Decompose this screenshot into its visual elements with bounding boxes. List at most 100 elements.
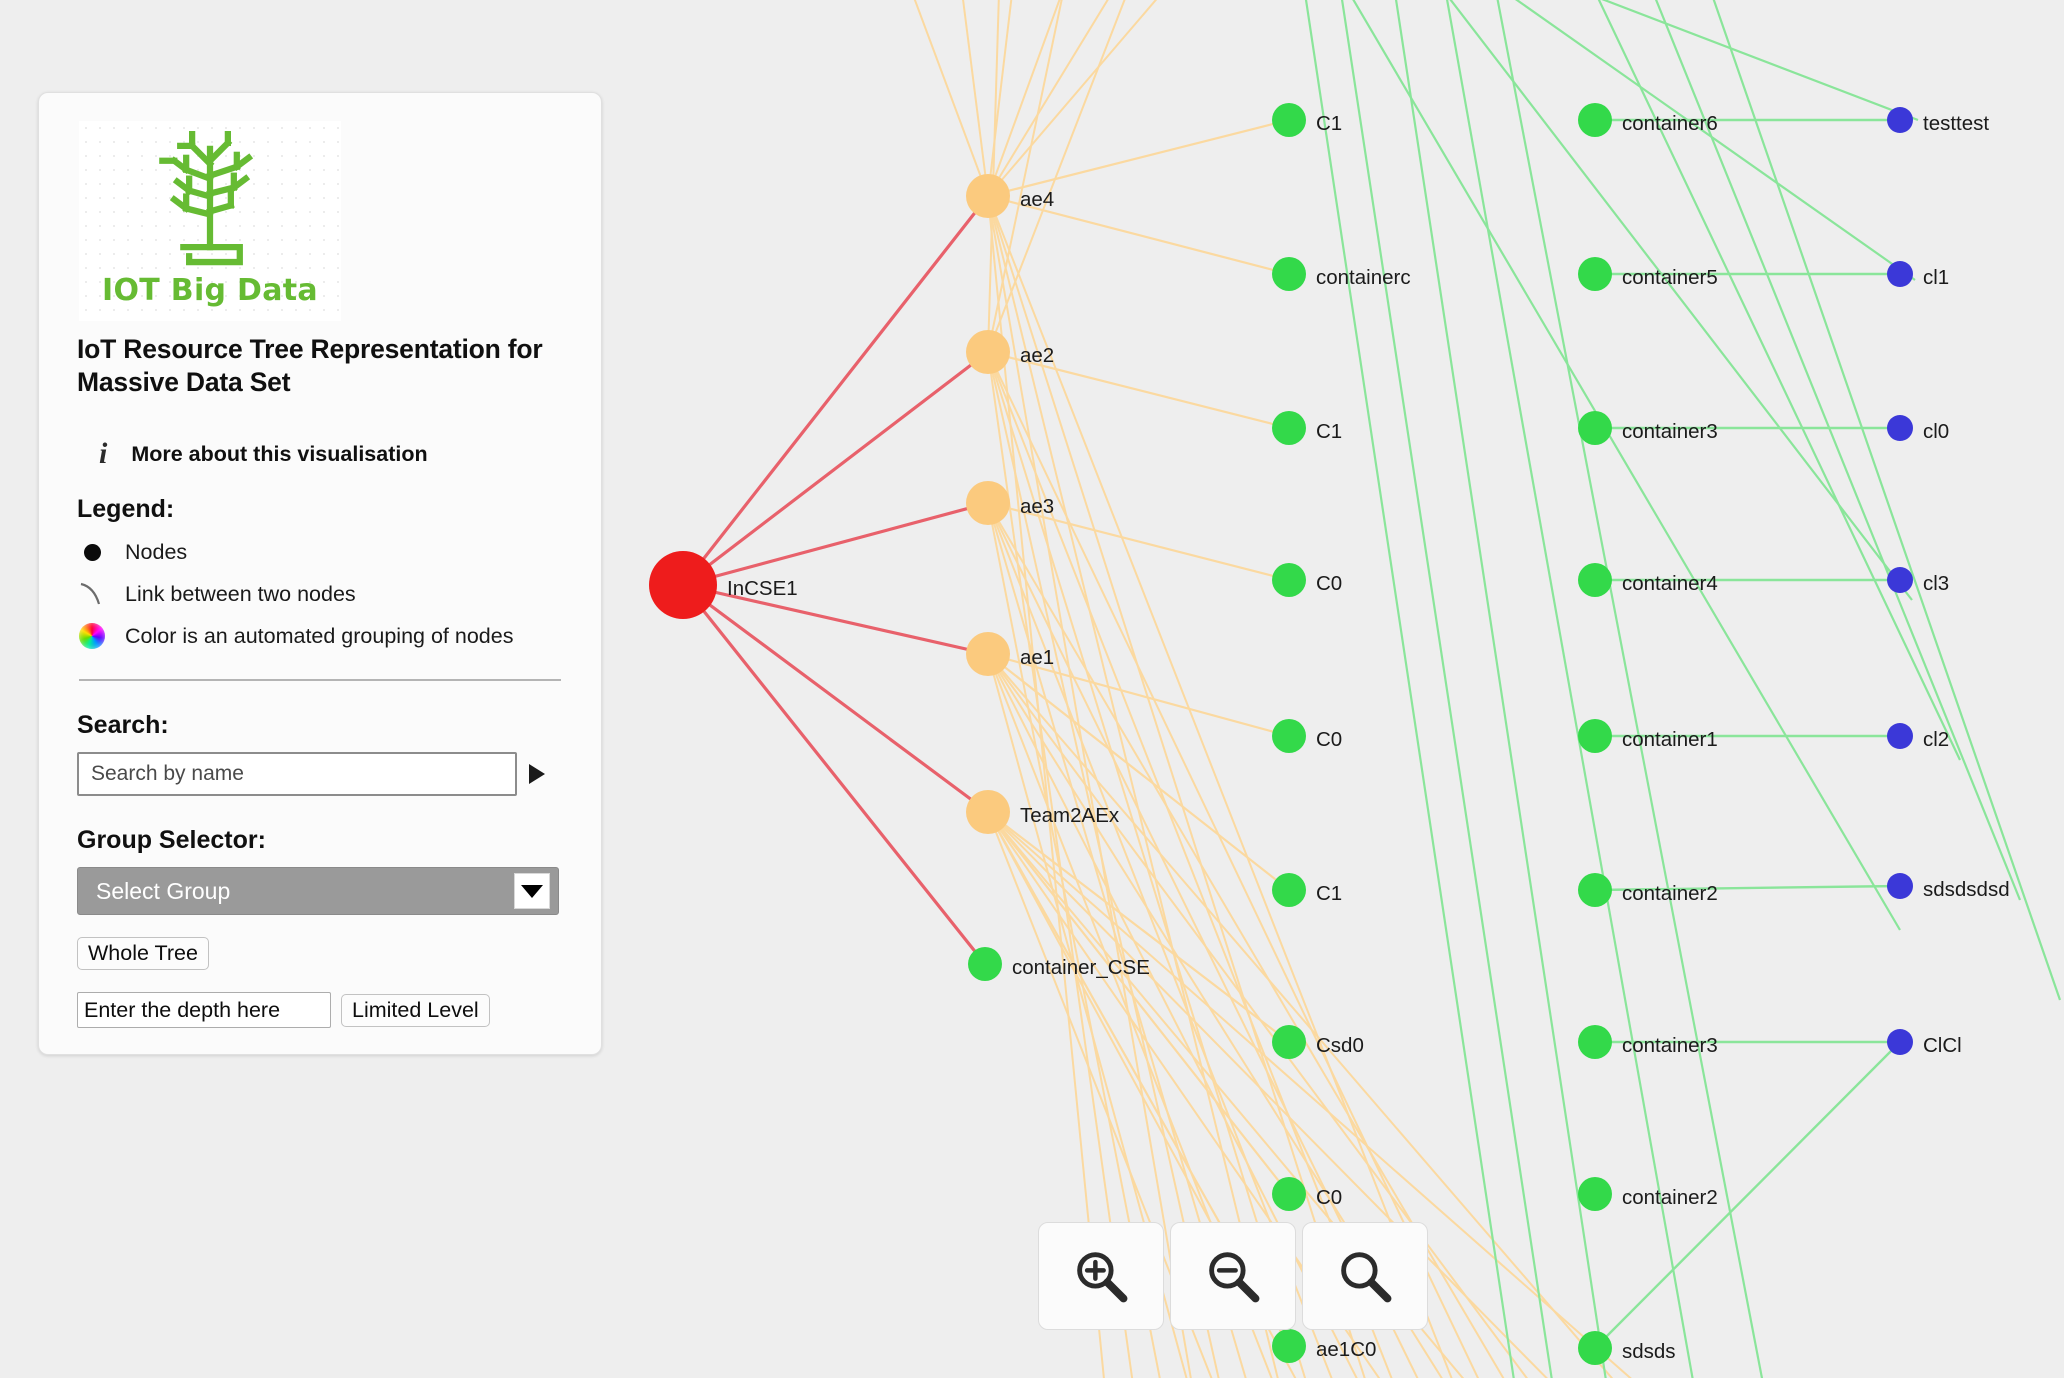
graph-node[interactable]	[966, 481, 1010, 525]
graph-node[interactable]	[966, 330, 1010, 374]
page-title: IoT Resource Tree Representation for Mas…	[77, 333, 563, 399]
graph-node[interactable]	[1578, 1177, 1612, 1211]
zoom-in-button[interactable]	[1038, 1222, 1164, 1330]
container-long-edge	[1460, 0, 1915, 280]
graph-node-label: sdsds	[1622, 1340, 1676, 1364]
whole-tree-row: Whole Tree	[77, 937, 563, 970]
graph-node-label: container1	[1622, 728, 1718, 752]
graph-node-label: container3	[1622, 1034, 1718, 1058]
graph-node[interactable]	[1272, 1177, 1306, 1211]
graph-node[interactable]	[1272, 1025, 1306, 1059]
graph-node-label: cl0	[1923, 420, 1949, 444]
legend-label-nodes: Nodes	[125, 540, 187, 565]
zoom-reset-button[interactable]	[1302, 1222, 1428, 1330]
divider	[79, 679, 561, 681]
graph-node[interactable]	[649, 551, 717, 619]
logo: IOT Big Data	[79, 121, 341, 321]
search-input[interactable]	[77, 752, 517, 796]
container-long-edge	[1700, 0, 2060, 1000]
graph-node[interactable]	[1272, 257, 1306, 291]
info-panel: IOT Big Data IoT Resource Tree Represent…	[38, 92, 602, 1055]
graph-node-label: testtest	[1923, 112, 1989, 136]
group-selector-dropdown[interactable]: Select Group	[77, 867, 559, 915]
ae-fan-edge-top	[958, 0, 988, 196]
graph-node[interactable]	[1887, 873, 1913, 899]
play-triangle-icon[interactable]	[529, 764, 545, 784]
graph-node[interactable]	[1272, 719, 1306, 753]
graph-node-label: cl1	[1923, 266, 1949, 290]
info-italic-i-icon: i	[99, 439, 107, 469]
ae-fan-edge	[988, 196, 1198, 1378]
graph-node-label: ae1	[1020, 646, 1054, 670]
graph-node[interactable]	[1887, 567, 1913, 593]
black-dot-icon	[77, 544, 107, 561]
depth-row: Limited Level	[77, 992, 563, 1028]
graph-node-label: container3	[1622, 420, 1718, 444]
legend-item-nodes: Nodes	[77, 540, 563, 565]
graph-node-label: container6	[1622, 112, 1718, 136]
search-row	[77, 752, 563, 796]
graph-node-label: container2	[1622, 1186, 1718, 1210]
graph-node-label: container5	[1622, 266, 1718, 290]
depth-input[interactable]	[77, 992, 331, 1028]
graph-node[interactable]	[966, 632, 1010, 676]
ae-fan-edge-top	[988, 0, 1016, 196]
more-about-label: More about this visualisation	[131, 442, 427, 467]
zoom-controls	[1038, 1222, 1428, 1330]
graph-node[interactable]	[1578, 411, 1612, 445]
graph-node[interactable]	[966, 174, 1010, 218]
legend-label-color: Color is an automated grouping of nodes	[125, 624, 513, 649]
graph-node[interactable]	[1272, 411, 1306, 445]
graph-node[interactable]	[1578, 563, 1612, 597]
graph-node[interactable]	[1887, 723, 1913, 749]
container-long-edge	[1390, 0, 1612, 1378]
graph-node[interactable]	[1887, 261, 1913, 287]
search-heading: Search:	[77, 711, 563, 740]
zoom-out-button[interactable]	[1170, 1222, 1296, 1330]
container-long-edge	[1490, 0, 1770, 1378]
graph-node[interactable]	[1272, 563, 1306, 597]
graph-node-label: cl2	[1923, 728, 1949, 752]
group-selector-value: Select Group	[96, 878, 230, 905]
graph-node-label: C1	[1316, 882, 1342, 906]
graph-node[interactable]	[1578, 103, 1612, 137]
container-long-edge	[1330, 0, 1900, 930]
graph-node-label: InCSE1	[727, 577, 798, 601]
magnifier-plus-icon	[1071, 1246, 1131, 1306]
legend-item-link: Link between two nodes	[77, 581, 563, 607]
graph-node-label: Csd0	[1316, 1034, 1364, 1058]
graph-node-label: C1	[1316, 112, 1342, 136]
container-long-edge	[1440, 0, 1700, 1378]
graph-node-label: containerc	[1316, 266, 1411, 290]
graph-node-label: ae3	[1020, 495, 1054, 519]
graph-node[interactable]	[1272, 103, 1306, 137]
legend-label-link: Link between two nodes	[125, 582, 356, 607]
more-about-link[interactable]: i More about this visualisation	[99, 439, 563, 469]
graph-node[interactable]	[966, 790, 1010, 834]
graph-node-label: C0	[1316, 572, 1342, 596]
graph-node[interactable]	[1887, 1029, 1913, 1055]
root-edge	[683, 503, 988, 585]
container-long-edge	[1336, 0, 1558, 1378]
root-edge	[683, 352, 988, 585]
graph-node-label: C0	[1316, 1186, 1342, 1210]
graph-node[interactable]	[1578, 1331, 1612, 1365]
graph-node-label: C0	[1316, 728, 1342, 752]
tree-icon	[135, 131, 285, 271]
graph-node-label: container2	[1622, 882, 1718, 906]
graph-node-label: container4	[1622, 572, 1718, 596]
whole-tree-button[interactable]: Whole Tree	[77, 937, 209, 970]
graph-node[interactable]	[1272, 873, 1306, 907]
graph-node[interactable]	[1887, 107, 1913, 133]
graph-node[interactable]	[1578, 719, 1612, 753]
graph-node[interactable]	[968, 947, 1002, 981]
graph-node[interactable]	[1578, 873, 1612, 907]
graph-node[interactable]	[1578, 257, 1612, 291]
graph-node[interactable]	[1578, 1025, 1612, 1059]
limited-level-button[interactable]: Limited Level	[341, 994, 490, 1027]
graph-node[interactable]	[1887, 415, 1913, 441]
magnifier-icon	[1335, 1246, 1395, 1306]
graph-edges	[683, 0, 2060, 1378]
graph-node[interactable]	[1272, 1329, 1306, 1363]
chevron-down-icon[interactable]	[514, 873, 550, 909]
